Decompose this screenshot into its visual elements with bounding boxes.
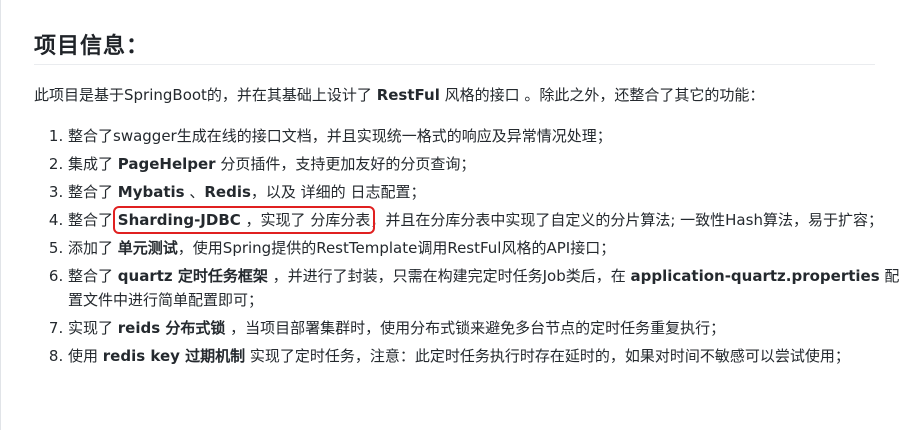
item-bold: application-quartz.properties (630, 267, 880, 285)
feature-list: 整合了swagger生成在线的接口文档，并且实现统一格式的响应及异常情况处理； … (34, 124, 908, 372)
item-bold: Mybatis (117, 183, 185, 201)
item-text: 整合了swagger生成在线的接口文档，并且实现统一格式的响应及异常情况处理； (68, 127, 612, 145)
item-bold: Redis (204, 183, 251, 201)
item-text: ，并且在分库分表中实现了自定义的分片算法; 一致性Hash算法，易于扩容； (370, 211, 883, 229)
item-bold: PageHelper (117, 155, 216, 173)
item-text: ，并进行了封装，只需在构建完定时任务Job类后，在 (267, 267, 631, 285)
list-item: 集成了 PageHelper 分页插件，支持更加友好的分页查询； (68, 152, 908, 176)
intro-paragraph: 此项目是基于SpringBoot的，并在其基础上设计了 RestFul 风格的接… (34, 85, 764, 105)
item-text: ，当项目部署集群时，使用分布式锁来避免多台节点的定时任务重复执行； (225, 319, 726, 337)
item-text: 、 (184, 183, 205, 201)
item-text: 整合了 (68, 267, 118, 285)
list-item: 使用 redis key 过期机制 实现了定时任务，注意：此定时任务执行时存在延… (68, 344, 908, 368)
heading-divider (34, 64, 875, 65)
list-item: 实现了 reids 分布式锁 ，当项目部署集群时，使用分布式锁来避免多台节点的定… (68, 316, 908, 340)
list-item: 整合了 quartz 定时任务框架 ，并进行了封装，只需在构建完定时任务Job类… (68, 264, 908, 312)
item-bold: Sharding-JDBC (117, 211, 241, 229)
item-text: 实现了定时任务，注意：此定时任务执行时存在延时的，如果对时间不敏感可以尝试使用； (245, 347, 850, 365)
item-text: 集成了 (68, 155, 118, 173)
item-text: ，实现了 分库分表 (240, 211, 371, 229)
section-heading: 项目信息： (34, 34, 150, 59)
item-text: 分页插件，支持更加友好的分页查询； (215, 155, 476, 173)
item-text: ，使用Spring提供的RestTemplate调用RestFul风格的API接… (177, 239, 616, 257)
intro-text-end: 风格的接口 。除此之外，还整合了其它的功能： (439, 86, 765, 104)
list-item: 整合了 Mybatis 、Redis，以及 详细的 日志配置； (68, 180, 908, 204)
list-item: 整合了 Sharding-JDBC ，实现了 分库分表，并且在分库分表中实现了自… (68, 206, 908, 234)
item-text: 使用 (68, 347, 103, 365)
item-bold: reids 分布式锁 (117, 319, 226, 337)
item-text: 添加了 (68, 239, 118, 257)
item-text: 整合了 (68, 183, 118, 201)
item-text: 实现了 (68, 319, 118, 337)
item-bold: quartz 定时任务框架 (117, 267, 268, 285)
document-page: 项目信息： 此项目是基于SpringBoot的，并在其基础上设计了 RestFu… (0, 0, 909, 430)
intro-text: 此项目是基于SpringBoot的，并在其基础上设计了 (34, 86, 377, 104)
item-bold: redis key 过期机制 (102, 347, 246, 365)
item-bold: 单元测试 (117, 239, 178, 257)
list-item: 整合了swagger生成在线的接口文档，并且实现统一格式的响应及异常情况处理； (68, 124, 908, 148)
highlight-box: Sharding-JDBC ，实现了 分库分表 (112, 206, 376, 234)
list-item: 添加了 单元测试，使用Spring提供的RestTemplate调用RestFu… (68, 236, 908, 260)
item-text: 整合了 (68, 211, 118, 229)
intro-bold: RestFul (376, 86, 440, 104)
item-text: ，以及 详细的 日志配置； (250, 183, 426, 201)
